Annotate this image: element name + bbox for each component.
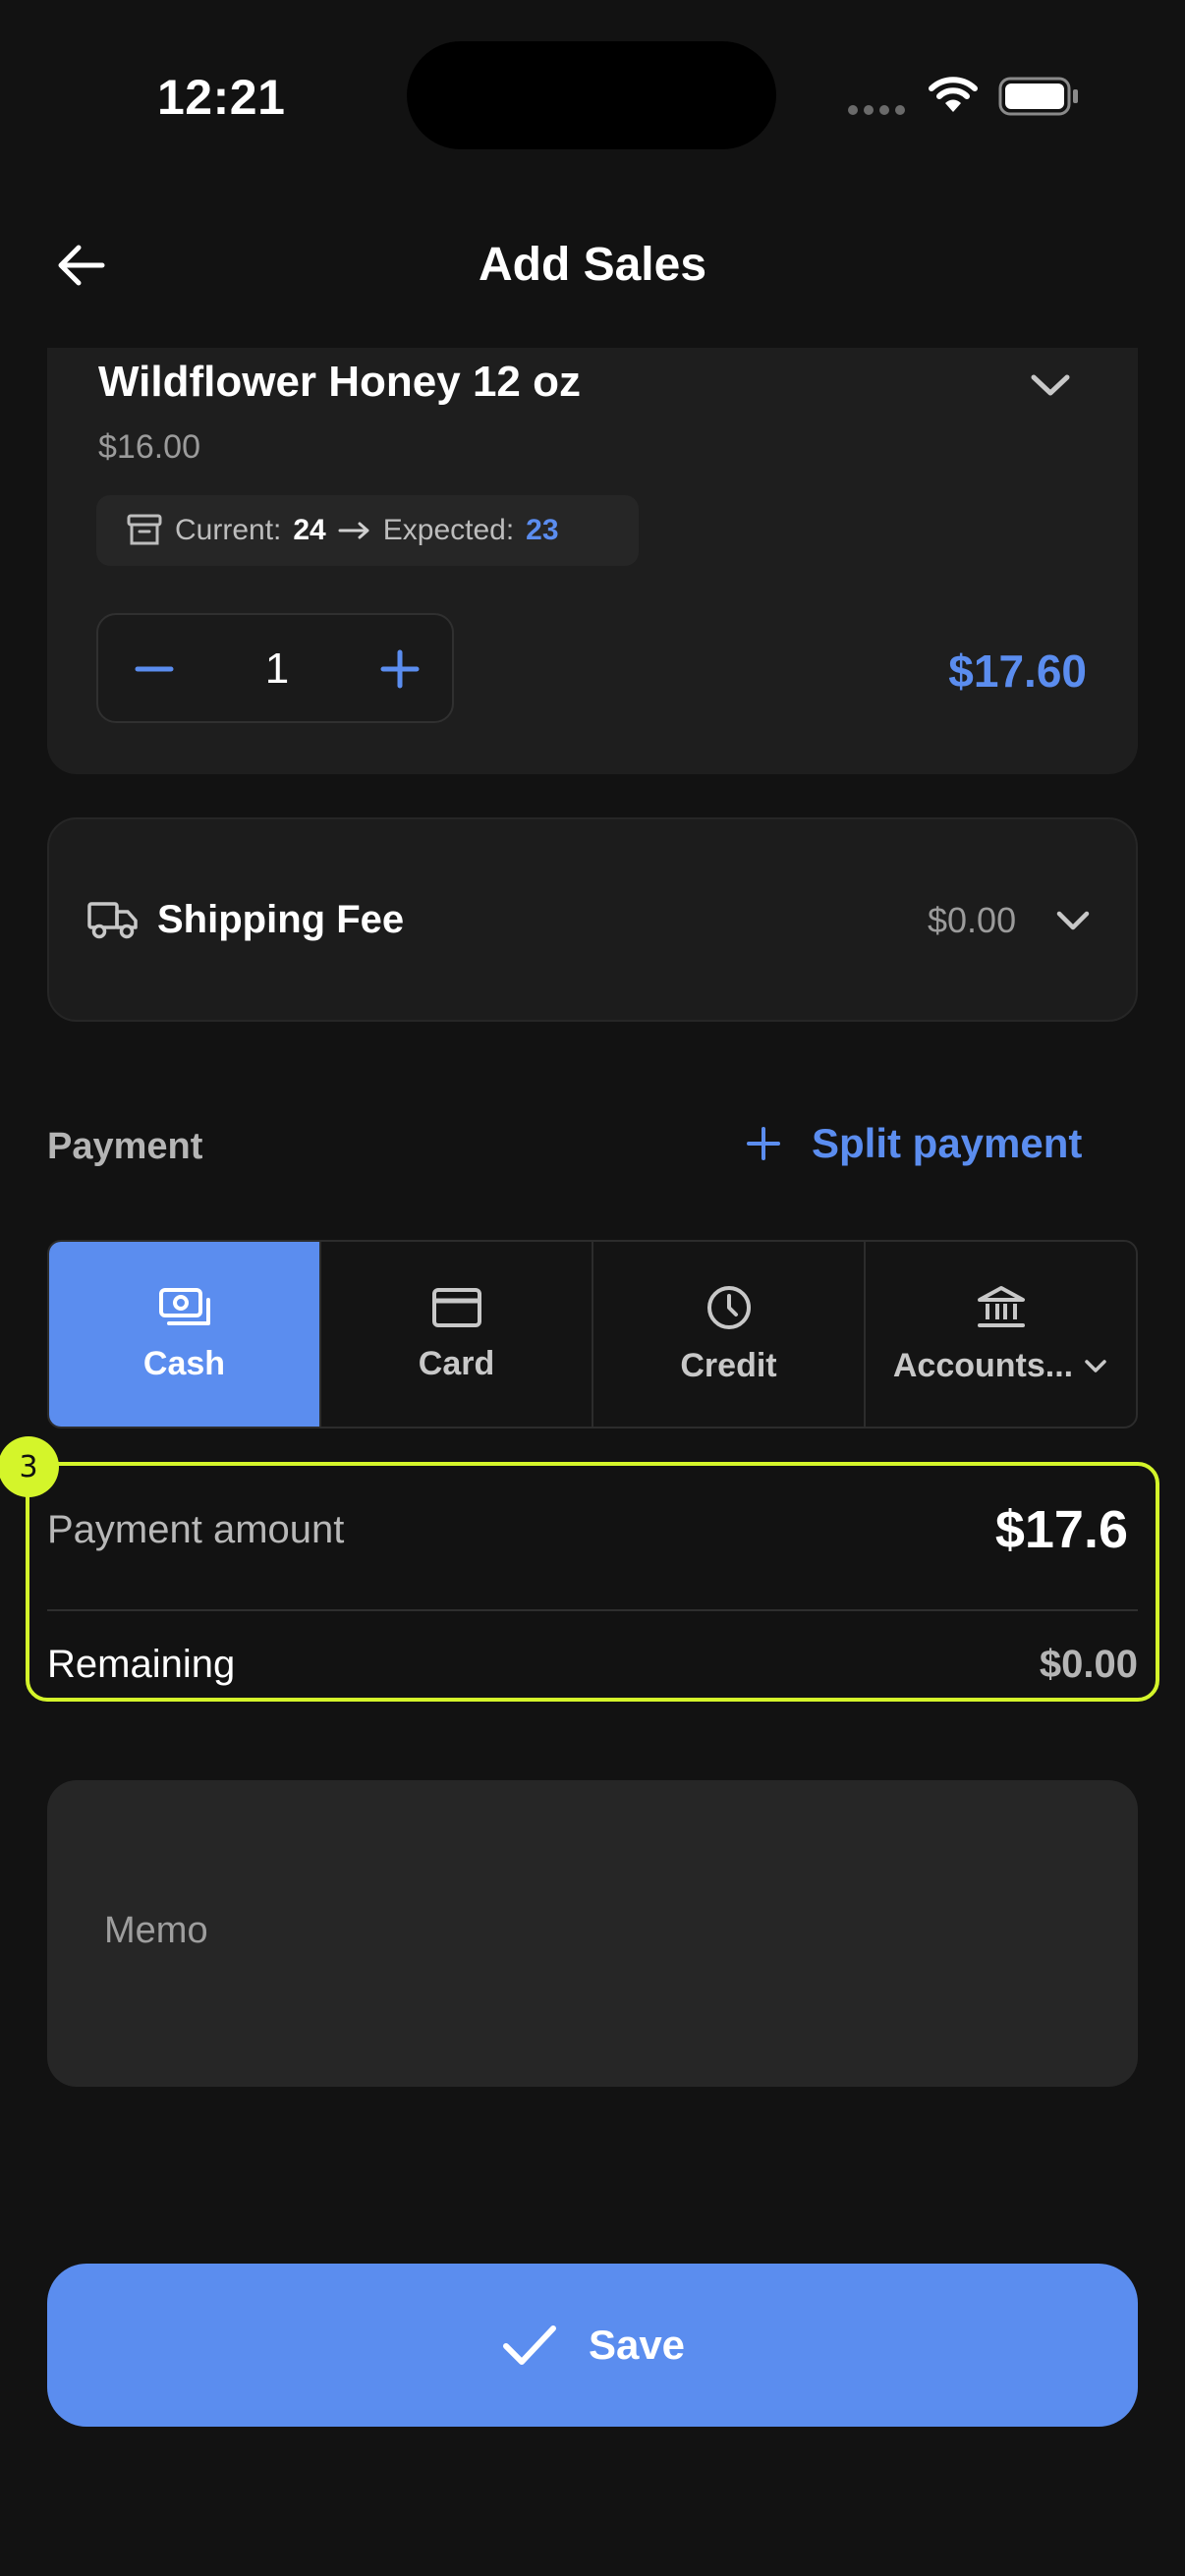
divider bbox=[47, 1609, 1138, 1611]
signal-dots-icon bbox=[848, 105, 905, 115]
quantity-stepper: 1 bbox=[96, 613, 454, 723]
split-payment-label: Split payment bbox=[812, 1120, 1083, 1166]
save-label: Save bbox=[588, 2322, 686, 2368]
archive-box-icon bbox=[127, 514, 162, 545]
chevron-down-icon[interactable] bbox=[1053, 906, 1093, 935]
payment-method-label: Accounts... bbox=[892, 1346, 1074, 1384]
current-stock-label: Current: bbox=[175, 514, 282, 546]
payment-method-label: Card bbox=[418, 1344, 495, 1382]
clock-icon bbox=[706, 1285, 751, 1329]
card-icon bbox=[431, 1287, 481, 1327]
plus-icon[interactable] bbox=[375, 644, 424, 694]
memo-input[interactable] bbox=[104, 1896, 1047, 1965]
bank-icon bbox=[977, 1285, 1025, 1327]
payment-method-label: Credit bbox=[680, 1346, 777, 1384]
product-name: Wildflower Honey 12 oz bbox=[98, 358, 582, 406]
payment-method-card[interactable]: Card bbox=[321, 1242, 593, 1427]
payment-method-cash[interactable]: Cash bbox=[49, 1242, 321, 1427]
payment-method-label: Cash bbox=[142, 1344, 226, 1382]
payment-amount-label: Payment amount bbox=[47, 1508, 345, 1551]
chevron-down-icon[interactable] bbox=[1026, 367, 1075, 403]
cash-icon bbox=[158, 1287, 210, 1325]
dynamic-island bbox=[407, 41, 776, 149]
split-payment-button[interactable]: Split payment bbox=[745, 1120, 1082, 1167]
expected-stock-label: Expected: bbox=[382, 514, 515, 546]
plus-icon bbox=[747, 1127, 780, 1160]
product-price: $16.00 bbox=[98, 428, 200, 466]
payment-method-tabs: Cash Card Credit Accounts... bbox=[47, 1240, 1138, 1428]
shipping-fee-row[interactable]: Shipping Fee $0.00 bbox=[47, 817, 1138, 1022]
payment-method-accounts[interactable]: Accounts... bbox=[866, 1242, 1136, 1427]
arrow-right-icon bbox=[338, 522, 369, 539]
payment-method-credit[interactable]: Credit bbox=[593, 1242, 866, 1427]
memo-box bbox=[47, 1780, 1138, 2087]
battery-icon bbox=[998, 77, 1078, 116]
current-stock-value: 24 bbox=[293, 514, 326, 546]
stock-indicator: Current: 24 Expected: 23 bbox=[96, 495, 639, 566]
highlight-badge: 3 bbox=[0, 1436, 59, 1497]
status-time: 12:21 bbox=[157, 70, 286, 125]
shipping-fee-value: $0.00 bbox=[928, 900, 1017, 940]
page-title: Add Sales bbox=[478, 239, 707, 291]
checkmark-icon bbox=[502, 2325, 556, 2365]
expected-stock-value: 23 bbox=[526, 514, 559, 546]
wifi-icon bbox=[929, 77, 978, 112]
chevron-down-icon bbox=[1085, 1360, 1106, 1372]
save-button[interactable]: Save bbox=[47, 2264, 1138, 2427]
payment-section-label: Payment bbox=[47, 1126, 203, 1167]
remaining-value: $0.00 bbox=[1039, 1643, 1138, 1686]
line-total: $17.60 bbox=[948, 645, 1087, 697]
add-sales-screen: 12:21 Add Sales Wildflower Honey 12 oz $… bbox=[0, 0, 1185, 2576]
product-card: Wildflower Honey 12 oz $16.00 Current: 2… bbox=[47, 348, 1138, 774]
payment-amount-value[interactable]: $17.6 bbox=[995, 1499, 1128, 1560]
remaining-label: Remaining bbox=[47, 1643, 236, 1686]
shipping-fee-label: Shipping Fee bbox=[157, 898, 405, 941]
truck-icon bbox=[87, 902, 138, 939]
